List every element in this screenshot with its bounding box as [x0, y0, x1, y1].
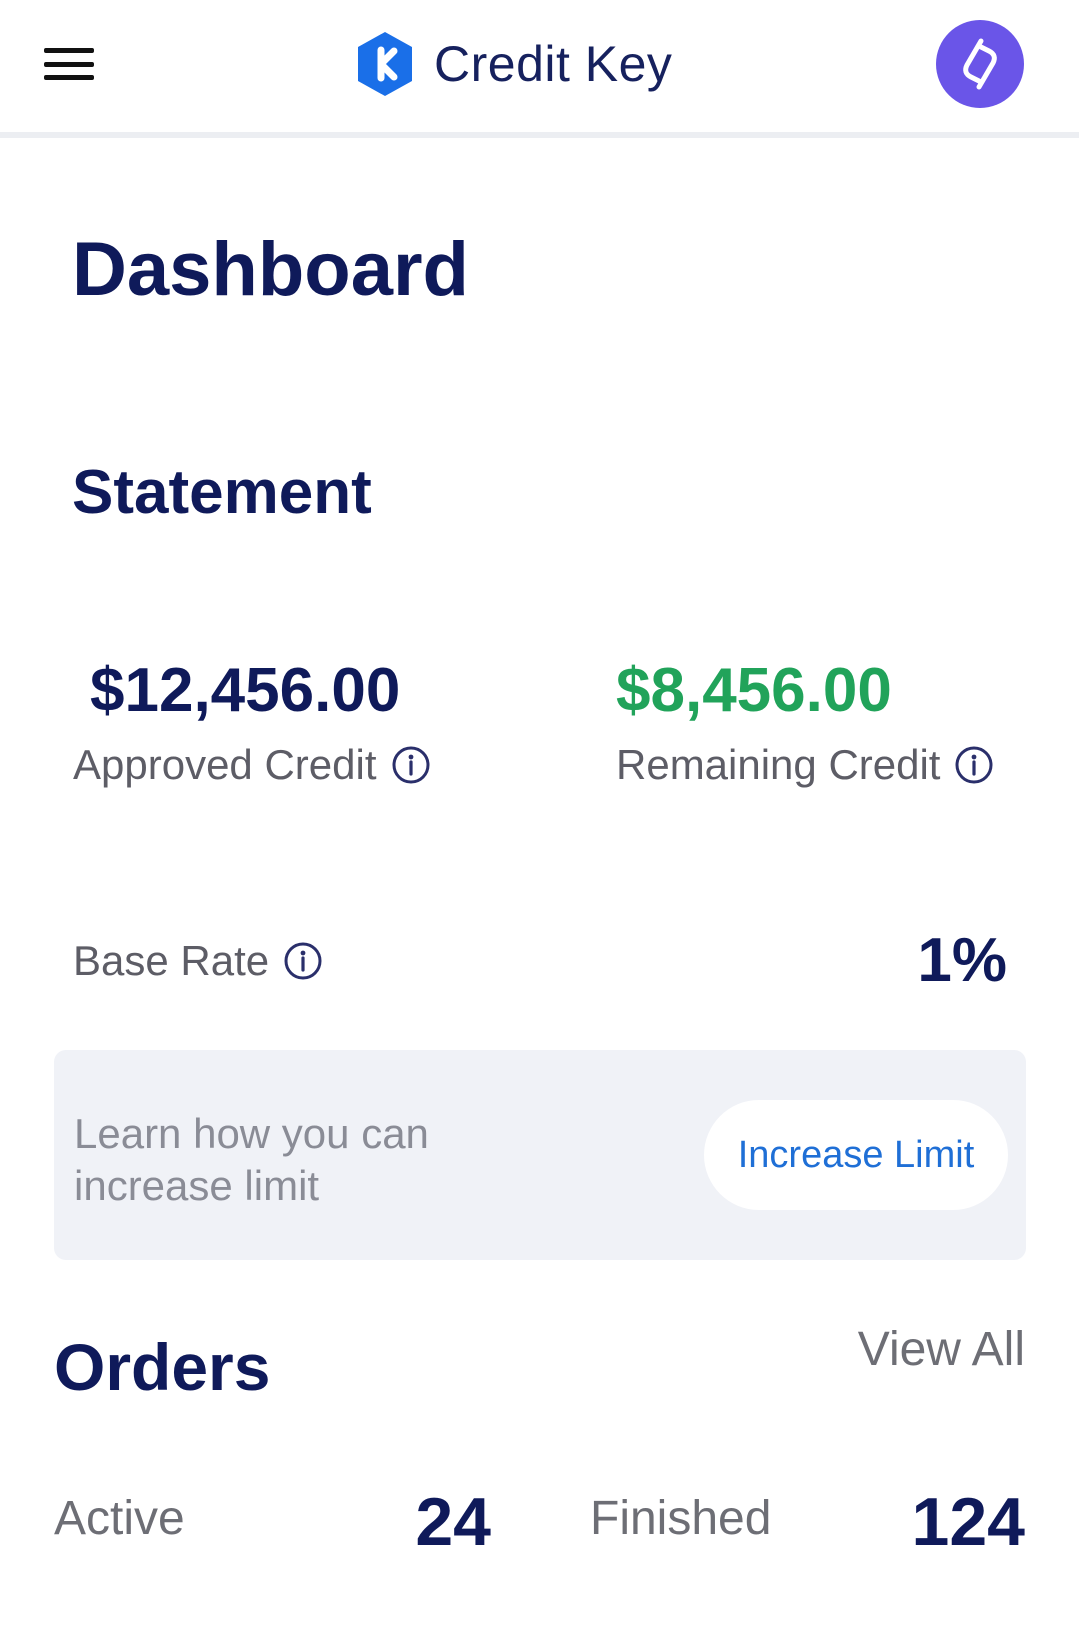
brand-name: Credit Key [434, 36, 673, 92]
info-icon[interactable] [283, 941, 323, 981]
base-rate-value: 1% [917, 926, 1007, 995]
remaining-credit-amount: $8,456.00 [616, 656, 892, 725]
finished-orders-label: Finished [590, 1492, 772, 1545]
increase-limit-text: Learn how you can increase limit [74, 1110, 429, 1209]
remaining-credit-label-row: Remaining Credit [616, 744, 994, 786]
hamburger-menu-icon[interactable] [44, 44, 96, 84]
approved-credit-label: Approved Credit [73, 741, 377, 788]
approved-credit-amount: $12,456.00 [90, 656, 401, 725]
avatar-glyph [963, 38, 997, 90]
increase-limit-button[interactable]: Increase Limit [704, 1100, 1008, 1210]
page-title: Dashboard [72, 227, 469, 312]
orders-title: Orders [54, 1330, 271, 1404]
increase-limit-card: Learn how you can increase limit Increas… [54, 1050, 1026, 1260]
approved-credit-label-row: Approved Credit [73, 744, 431, 786]
brand: Credit Key [354, 28, 672, 100]
active-orders-label: Active [54, 1492, 185, 1545]
base-rate-label: Base Rate [73, 937, 270, 984]
finished-orders-count: 124 [911, 1484, 1025, 1560]
menu-bar [44, 61, 94, 67]
view-all-link[interactable]: View All [858, 1326, 1025, 1374]
statement-title: Statement [72, 458, 372, 527]
info-icon[interactable] [391, 745, 431, 785]
user-avatar-icon[interactable] [936, 20, 1024, 108]
credit-key-logo-icon [358, 32, 412, 96]
app-header: Credit Key [0, 0, 1079, 138]
remaining-credit-label: Remaining Credit [616, 741, 941, 788]
base-rate-label-row: Base Rate [73, 940, 323, 982]
active-orders-count: 24 [415, 1484, 491, 1560]
menu-bar [44, 48, 94, 53]
info-icon[interactable] [954, 745, 994, 785]
menu-bar [44, 75, 94, 80]
